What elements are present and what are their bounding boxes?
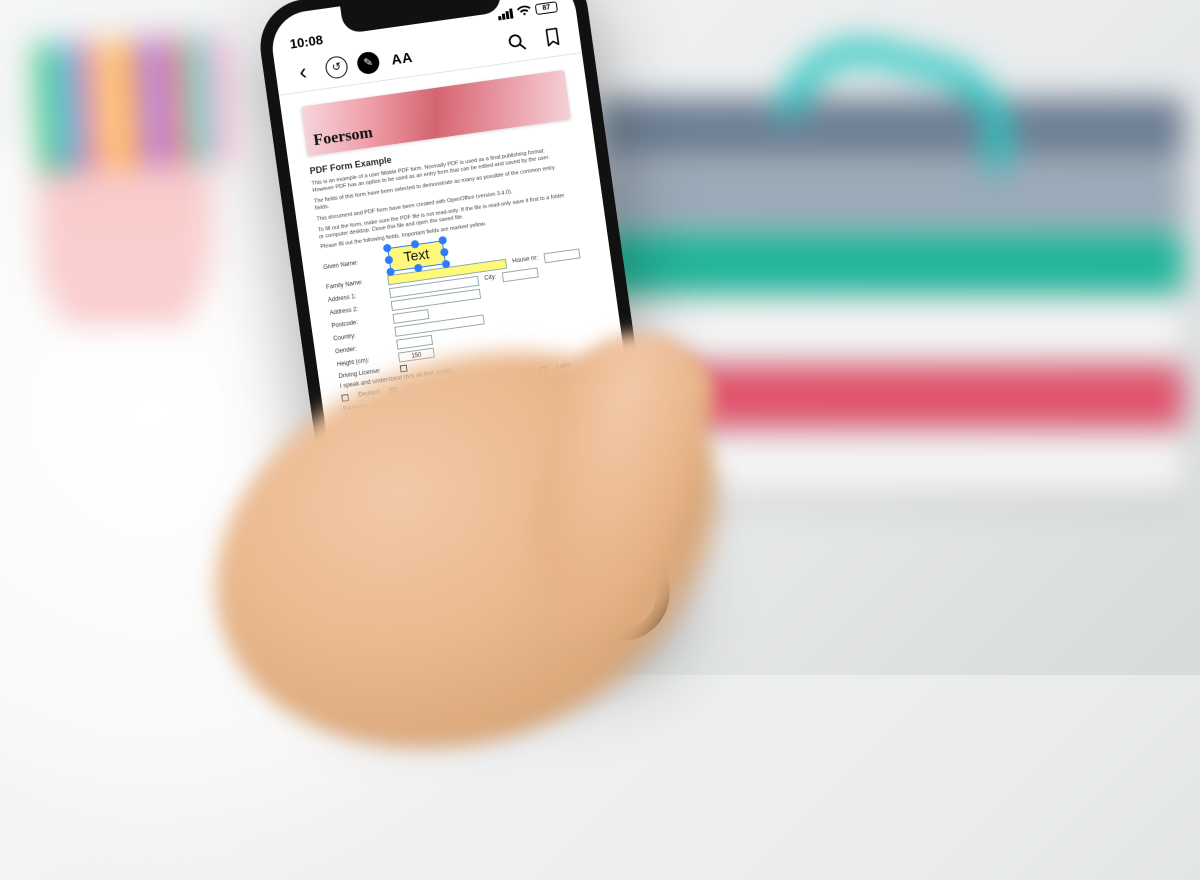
resize-handle[interactable] [440,248,449,257]
checkbox-deutsch[interactable] [341,394,349,402]
color-swatch-blue[interactable] [436,599,461,624]
color-picker-button[interactable] [579,579,604,604]
label-latin: Latin [556,363,570,372]
color-swatch-black[interactable] [400,604,425,629]
label-deutsch: Deutsch [358,389,381,399]
cellular-icon [497,8,513,20]
color-swatch-green[interactable] [472,594,497,619]
pdf-document-view[interactable]: Foersom PDF Form Example This is an exam… [279,53,653,601]
checkbox-esperanto[interactable] [486,374,494,382]
battery-icon: 87 [535,1,558,15]
checkbox-english[interactable] [390,387,398,395]
label-francais: Français [453,376,477,387]
signature-annotation[interactable]: Marley Parły [491,456,621,509]
add-tool-button[interactable]: + [619,573,644,598]
back-button[interactable]: ‹ [288,57,317,86]
markup-pen-button[interactable]: ✎ [356,50,381,75]
checkbox-driving[interactable] [400,365,408,373]
color-swatch-yellow[interactable] [507,589,532,614]
undo-button[interactable]: ↺ [324,54,349,79]
wifi-icon [516,3,533,20]
color-swatch-red[interactable] [543,584,568,609]
label-city: City: [484,274,497,283]
label-given-name: Given Name: [323,258,379,273]
bookmark-button[interactable] [538,22,567,51]
checkbox-francais[interactable] [436,381,444,389]
pdf-form: Given Name: Text [322,221,610,432]
label-english: English [407,383,428,393]
brand-title: Foersom [312,123,374,151]
resize-handle[interactable] [441,259,450,268]
label-house-nr: House nr: [512,255,539,266]
label-esperanto: Esperanto [502,368,530,379]
search-button[interactable] [502,27,531,56]
checkbox-latin[interactable] [539,366,547,374]
text-style-button[interactable]: AA [366,615,383,629]
text-size-button[interactable]: AA [387,43,416,72]
selected-text-object[interactable]: Text [387,241,445,272]
